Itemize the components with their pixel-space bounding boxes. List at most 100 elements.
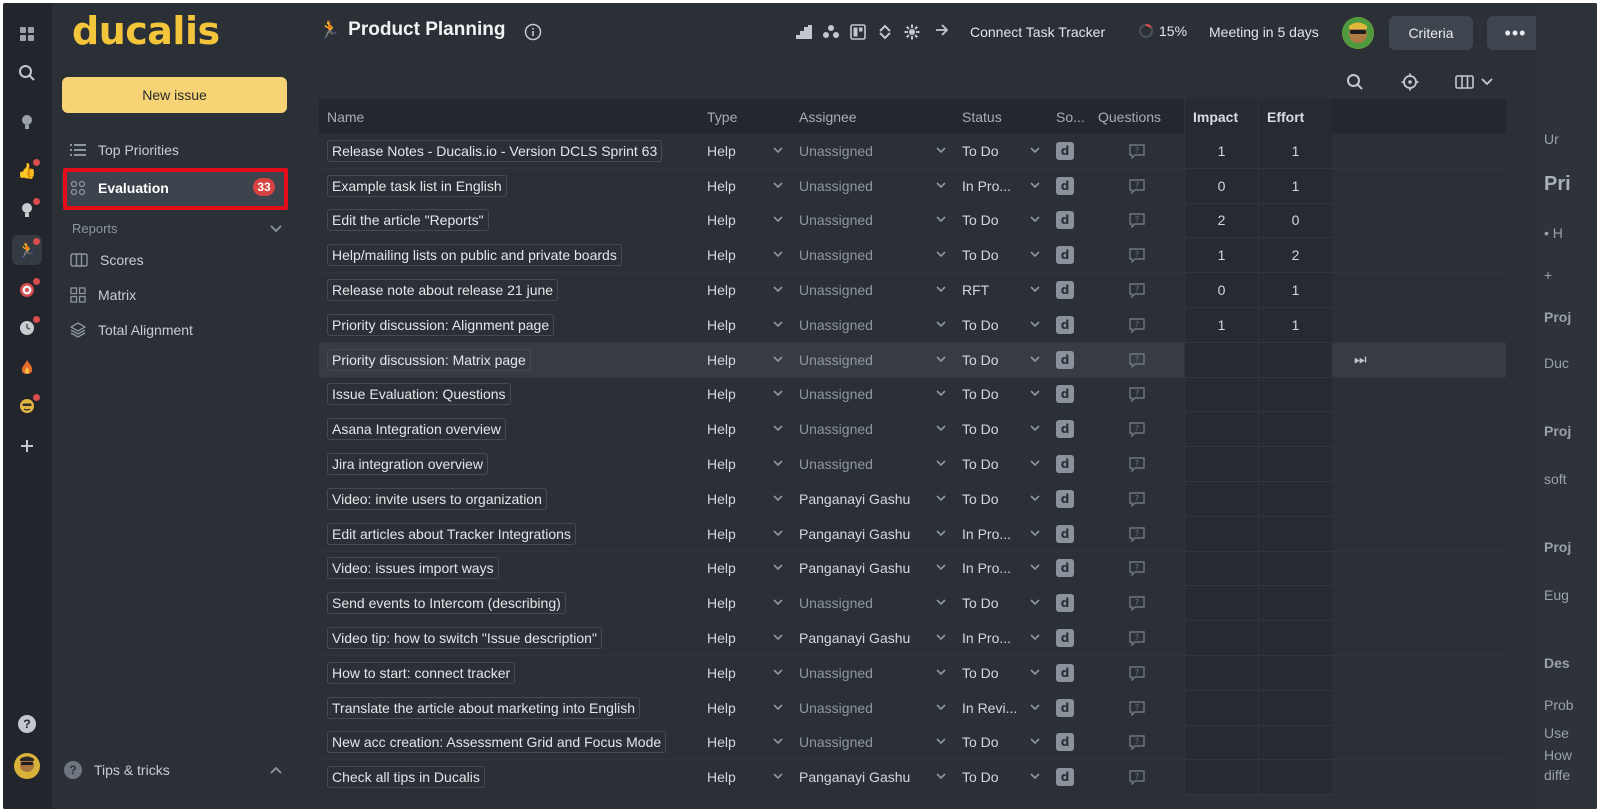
- questions-cell[interactable]: ?: [1090, 238, 1184, 272]
- issue-name[interactable]: Example task list in English: [327, 174, 507, 197]
- issue-name[interactable]: Edit the article "Reports": [327, 209, 489, 232]
- issue-name[interactable]: Priority discussion: Matrix page: [327, 348, 531, 371]
- source-cell[interactable]: d: [1048, 656, 1090, 690]
- question-bubble-icon[interactable]: ?: [1128, 665, 1146, 681]
- effort-score[interactable]: 1: [1258, 273, 1332, 307]
- status-select[interactable]: To Do: [954, 204, 1048, 238]
- effort-score[interactable]: 2: [1258, 238, 1332, 273]
- stairs-icon[interactable]: [794, 22, 814, 42]
- questions-cell[interactable]: ?: [1090, 447, 1184, 481]
- settings-icon[interactable]: [902, 22, 922, 42]
- source-icon[interactable]: d: [1056, 281, 1074, 300]
- source-icon[interactable]: d: [1056, 385, 1074, 404]
- issue-name[interactable]: Help/mailing lists on public and private…: [327, 244, 622, 267]
- questions-cell[interactable]: ?: [1090, 378, 1184, 412]
- assignee-select[interactable]: Unassigned: [791, 412, 954, 446]
- status-select[interactable]: To Do: [954, 343, 1048, 377]
- assignee-select[interactable]: Panganayi Gashu: [791, 482, 954, 516]
- issue-name-cell[interactable]: Priority discussion: Alignment page: [319, 308, 699, 342]
- source-cell[interactable]: d: [1048, 482, 1090, 516]
- status-select[interactable]: To Do: [954, 726, 1048, 760]
- issue-name-cell[interactable]: Edit articles about Tracker Integrations: [319, 517, 699, 551]
- issue-type-select[interactable]: Help: [699, 412, 791, 446]
- criteria-button[interactable]: Criteria: [1389, 16, 1473, 50]
- issue-type-select[interactable]: Help: [699, 691, 791, 725]
- effort-score[interactable]: [1258, 725, 1332, 760]
- issue-type-select[interactable]: Help: [699, 308, 791, 342]
- issue-name[interactable]: Video: invite users to organization: [327, 487, 547, 510]
- questions-cell[interactable]: ?: [1090, 517, 1184, 551]
- status-select[interactable]: In Revi...: [954, 691, 1048, 725]
- assignee-select[interactable]: Unassigned: [791, 343, 954, 377]
- source-icon[interactable]: d: [1056, 211, 1074, 230]
- source-icon[interactable]: d: [1056, 663, 1074, 682]
- source-icon[interactable]: d: [1056, 524, 1074, 543]
- assignee-select[interactable]: Unassigned: [791, 134, 954, 168]
- source-cell[interactable]: d: [1048, 308, 1090, 342]
- impact-score[interactable]: 1: [1184, 307, 1258, 342]
- thumbs-up-icon[interactable]: 👍: [12, 156, 42, 186]
- effort-score[interactable]: [1258, 586, 1332, 621]
- skip-forward-icon[interactable]: ⏭: [1354, 352, 1367, 368]
- assignee-select[interactable]: Unassigned: [791, 238, 954, 272]
- issue-type-select[interactable]: Help: [699, 169, 791, 203]
- impact-score[interactable]: [1184, 586, 1258, 621]
- sidebar-item-top-priorities[interactable]: Top Priorities: [62, 133, 287, 167]
- assignee-select[interactable]: Unassigned: [791, 204, 954, 238]
- questions-cell[interactable]: ?: [1090, 412, 1184, 446]
- issue-type-select[interactable]: Help: [699, 726, 791, 760]
- source-cell[interactable]: d: [1048, 204, 1090, 238]
- status-select[interactable]: In Pro...: [954, 621, 1048, 655]
- question-bubble-icon[interactable]: ?: [1128, 282, 1146, 299]
- table-row[interactable]: Release note about release 21 june Help …: [319, 273, 1506, 308]
- effort-score[interactable]: 0: [1258, 203, 1332, 238]
- issue-type-select[interactable]: Help: [699, 238, 791, 272]
- issue-name[interactable]: Jira integration overview: [327, 453, 488, 476]
- question-bubble-icon[interactable]: ?: [1128, 247, 1146, 264]
- status-select[interactable]: To Do: [954, 412, 1048, 446]
- issue-name[interactable]: Priority discussion: Alignment page: [327, 313, 555, 336]
- issue-name-cell[interactable]: Video: invite users to organization: [319, 482, 699, 516]
- question-bubble-icon[interactable]: ?: [1128, 456, 1146, 473]
- source-cell[interactable]: d: [1048, 412, 1090, 446]
- issue-name[interactable]: Video: issues import ways: [327, 557, 499, 580]
- effort-score[interactable]: [1258, 447, 1332, 481]
- questions-cell[interactable]: ?: [1090, 134, 1184, 168]
- source-icon[interactable]: d: [1056, 768, 1074, 787]
- status-select[interactable]: To Do: [954, 656, 1048, 690]
- impact-score[interactable]: 1: [1184, 134, 1258, 168]
- col-header-status[interactable]: Status: [954, 109, 1048, 125]
- table-row[interactable]: Help/mailing lists on public and private…: [319, 238, 1506, 274]
- impact-score[interactable]: [1184, 342, 1258, 377]
- table-row[interactable]: Check all tips in Ducalis Help Panganayi…: [319, 760, 1506, 796]
- impact-score[interactable]: [1184, 725, 1258, 760]
- table-row[interactable]: Priority discussion: Matrix page Help Un…: [319, 342, 1506, 378]
- issue-type-select[interactable]: Help: [699, 273, 791, 307]
- impact-score[interactable]: [1184, 412, 1258, 447]
- impact-score[interactable]: 2: [1184, 203, 1258, 238]
- effort-score[interactable]: [1258, 621, 1332, 655]
- reports-section-header[interactable]: Reports: [72, 221, 282, 236]
- assignee-select[interactable]: Unassigned: [791, 586, 954, 620]
- issue-name-cell[interactable]: Translate the article about marketing in…: [319, 691, 699, 725]
- table-row[interactable]: Video tip: how to switch "Issue descript…: [319, 621, 1506, 656]
- table-row[interactable]: Translate the article about marketing in…: [319, 690, 1506, 726]
- questions-cell[interactable]: ?: [1090, 343, 1184, 377]
- source-cell[interactable]: d: [1048, 586, 1090, 620]
- questions-cell[interactable]: ?: [1090, 482, 1184, 516]
- issue-type-select[interactable]: Help: [699, 204, 791, 238]
- table-row[interactable]: How to start: connect tracker Help Unass…: [319, 655, 1506, 691]
- target-icon[interactable]: [12, 275, 42, 305]
- question-bubble-icon[interactable]: ?: [1128, 734, 1146, 751]
- issue-name[interactable]: Edit articles about Tracker Integrations: [327, 522, 576, 545]
- effort-score[interactable]: [1258, 342, 1332, 377]
- issue-type-select[interactable]: Help: [699, 621, 791, 655]
- assignee-select[interactable]: Panganayi Gashu: [791, 517, 954, 551]
- app-logo[interactable]: ducalis: [72, 9, 220, 53]
- status-select[interactable]: To Do: [954, 586, 1048, 620]
- crosshair-icon[interactable]: [1401, 71, 1419, 93]
- connect-task-tracker-link[interactable]: Connect Task Tracker: [970, 24, 1105, 40]
- source-cell[interactable]: d: [1048, 378, 1090, 412]
- sync-icon[interactable]: [875, 22, 895, 42]
- assignee-select[interactable]: Unassigned: [791, 273, 954, 307]
